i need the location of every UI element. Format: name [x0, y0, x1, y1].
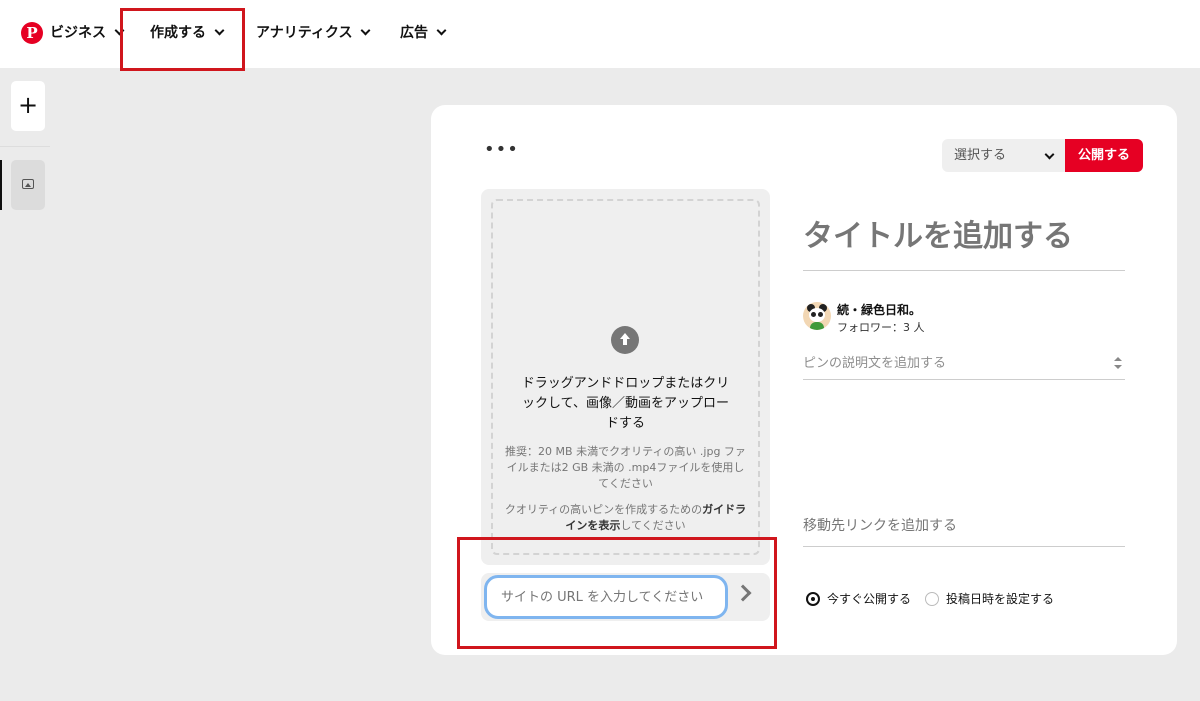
nav-business-menu[interactable]: ビジネス: [50, 22, 125, 42]
upload-instruction: ドラッグアンドドロップまたはクリックして、画像／動画をアップロードする: [521, 376, 730, 431]
account-avatar: [803, 302, 831, 330]
media-upload-area[interactable]: ドラッグアンドドロップまたはクリックして、画像／動画をアップロードする 推奨：2…: [481, 189, 770, 565]
publish-now-radio[interactable]: [806, 591, 820, 606]
nav-business-label: ビジネス: [50, 25, 106, 41]
nav-ads-label: 広告: [400, 25, 428, 41]
highlight-annotation-url: [457, 537, 777, 649]
avatar-body: [810, 322, 824, 330]
nav-analytics-label: アナリティクス: [256, 25, 353, 41]
chevron-down-icon: [1044, 149, 1055, 160]
pin-title-field[interactable]: タイトルを追加する: [803, 217, 1125, 271]
nav-ads-menu[interactable]: 広告: [400, 22, 447, 42]
highlight-annotation-create: [120, 8, 245, 71]
rail-divider: [0, 146, 50, 147]
publish-timing-options: 今すぐ公開する 投稿日時を設定する: [806, 590, 1068, 607]
guide-suffix: してください: [620, 519, 686, 532]
board-select-value: 選択する: [954, 148, 1007, 163]
board-select-dropdown[interactable]: 選択する: [942, 139, 1065, 172]
guide-prefix: クオリティの高いピンを作成するための: [504, 503, 703, 516]
schedule-radio[interactable]: [925, 591, 940, 606]
account-name: 続・緑色日和。: [837, 303, 922, 317]
more-options-icon[interactable]: •••: [484, 141, 519, 159]
add-pin-button[interactable]: +: [11, 81, 45, 131]
nav-analytics-menu[interactable]: アナリティクス: [256, 22, 371, 42]
pinterest-logo-icon[interactable]: P: [21, 22, 43, 44]
publish-button[interactable]: 公開する: [1065, 139, 1143, 172]
upload-arrow-icon: [611, 326, 639, 354]
draft-pin-thumbnail[interactable]: [11, 160, 45, 210]
avatar-eye: [811, 312, 816, 317]
destination-link-field[interactable]: 移動先リンクを追加する: [803, 511, 1125, 547]
chevron-down-icon: [361, 25, 371, 35]
image-icon: [22, 179, 34, 189]
resize-spinner-icon[interactable]: [1113, 357, 1123, 373]
rail-active-indicator: [0, 160, 2, 210]
follower-count: フォロワー：3 人: [837, 321, 925, 334]
schedule-label[interactable]: 投稿日時を設定する: [946, 590, 1054, 607]
avatar-eye: [818, 312, 823, 317]
upload-recommendation: 推奨：20 MB 未満でクオリティの高い .jpg ファイルまたは2 GB 未満…: [505, 445, 746, 490]
publish-now-label[interactable]: 今すぐ公開する: [827, 590, 911, 607]
chevron-down-icon: [436, 25, 447, 35]
pin-description-field[interactable]: ピンの説明文を追加する: [803, 349, 1125, 380]
description-placeholder: ピンの説明文を追加する: [803, 356, 947, 371]
upload-guideline-text: クオリティの高いピンを作成するためのガイドラインを表示してください: [503, 502, 748, 534]
